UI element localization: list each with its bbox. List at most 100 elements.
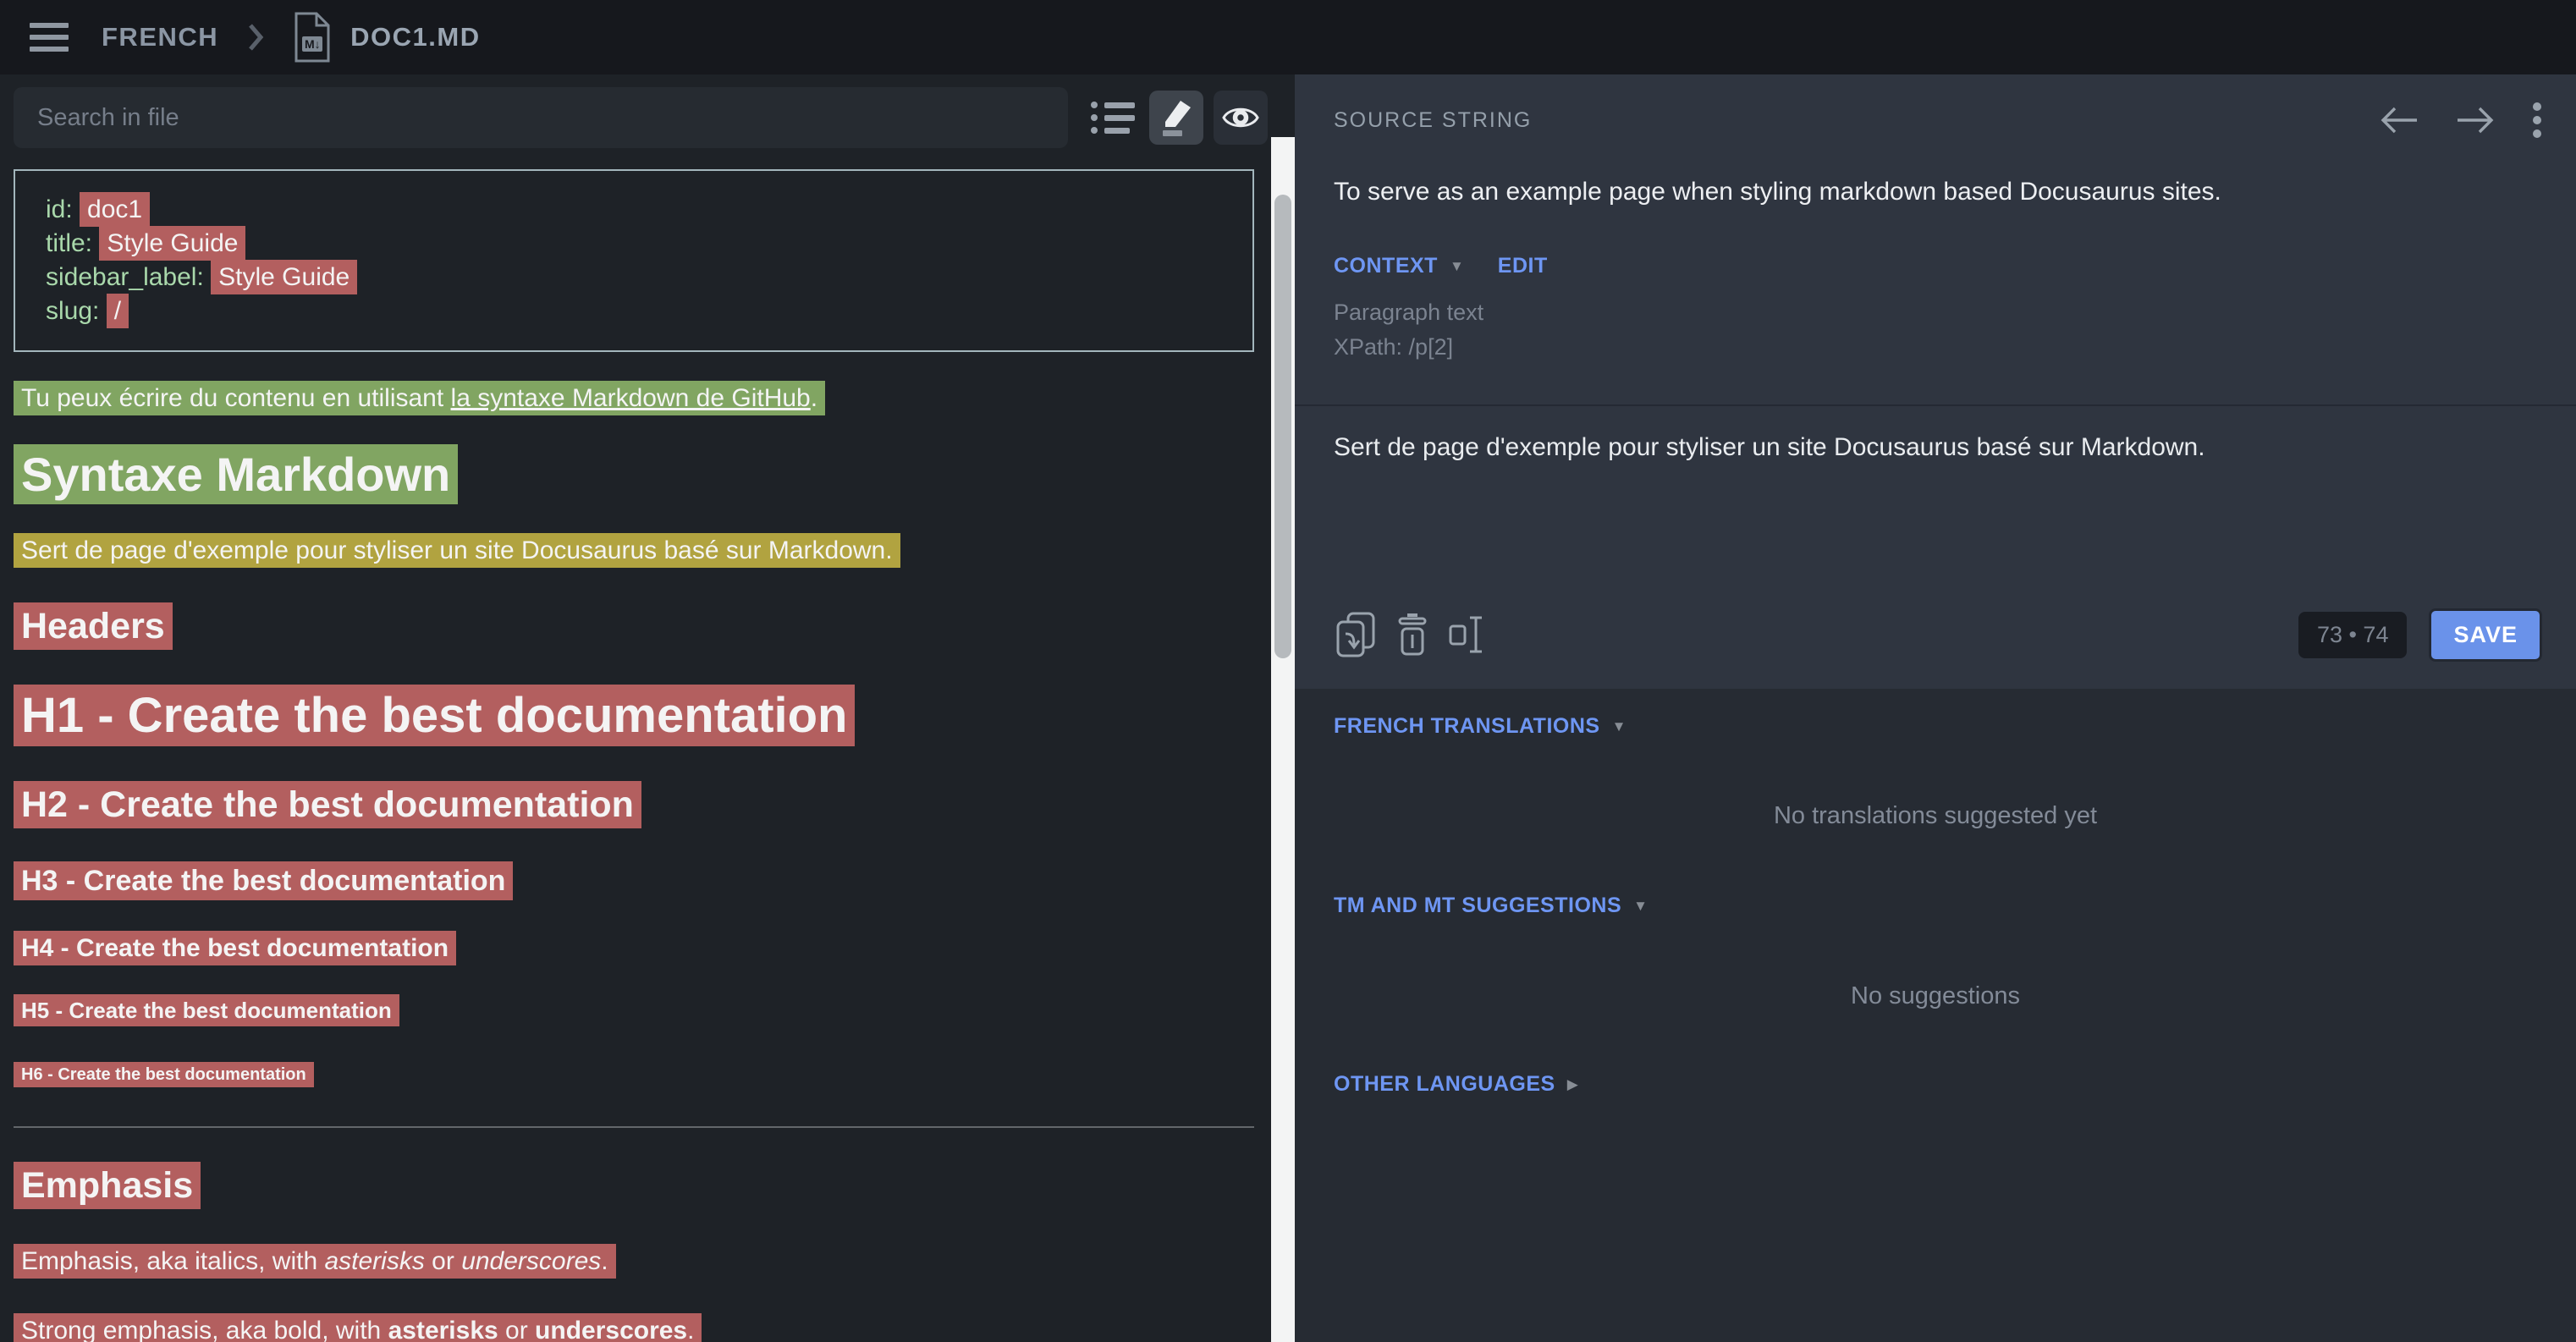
search-input[interactable] [14, 87, 1068, 148]
clear-translation-button[interactable] [1384, 607, 1440, 663]
more-options-button[interactable] [2532, 102, 2542, 139]
save-button[interactable]: SAVE [2429, 608, 2542, 662]
strong-text: . [687, 1317, 694, 1342]
scrollbar-thumb[interactable] [1274, 195, 1291, 658]
string-h2[interactable]: H2 - Create the best documentation [14, 781, 641, 828]
section-other-languages[interactable]: OTHER LANGUAGES ▶ [1334, 1072, 1578, 1097]
select-text-button[interactable] [1440, 607, 1496, 663]
french-translations-label: FRENCH TRANSLATIONS [1334, 714, 1600, 739]
topbar: FRENCH M↓ DOC1.MD [0, 0, 2576, 74]
crowdin-editor: FRENCH M↓ DOC1.MD [0, 0, 2576, 1342]
string-markdown-heading[interactable]: Syntaxe Markdown [14, 444, 458, 504]
tm-mt-suggestions-label: TM AND MT SUGGESTIONS [1334, 894, 1621, 918]
horizontal-rule [14, 1126, 1254, 1128]
strong-text: or [498, 1317, 535, 1342]
emphasis-text: or [425, 1247, 461, 1275]
source-string-section: SOURCE STRING To serve as an example pag… [1295, 74, 2576, 689]
emphasis-text: . [601, 1247, 608, 1275]
source-string-text: To serve as an example page when styling… [1334, 178, 2537, 206]
string-emphasis-heading[interactable]: Emphasis [14, 1162, 201, 1209]
paragraph-selected: Sert de page d'exemple pour styliser un … [14, 533, 1254, 569]
heading-h2-sample: H2 - Create the best documentation [14, 781, 1254, 829]
translation-panel: SOURCE STRING To serve as an example pag… [1295, 74, 2576, 1342]
document-panel: id: doc1 title: Style Guide sidebar_labe… [0, 74, 1295, 1342]
string-frontmatter-id[interactable]: doc1 [80, 192, 150, 227]
context-xpath: XPath: /p[2] [1334, 330, 1483, 365]
menu-icon[interactable] [25, 14, 73, 61]
breadcrumb-file[interactable]: DOC1.MD [350, 22, 480, 52]
string-strong[interactable]: Strong emphasis, aka bold, with asterisk… [14, 1313, 702, 1342]
string-frontmatter-slug[interactable]: / [107, 294, 129, 328]
copy-icon [1335, 611, 1379, 658]
suggestions-area: FRENCH TRANSLATIONS ▼ No translations su… [1295, 689, 2576, 1342]
section-french-translations[interactable]: FRENCH TRANSLATIONS ▼ [1334, 714, 1626, 739]
no-translations-message: No translations suggested yet [1295, 802, 2576, 830]
highlight-mode-button[interactable] [1149, 91, 1203, 145]
intro-period: . [811, 384, 817, 412]
intro-link[interactable]: la syntaxe Markdown de GitHub [451, 384, 811, 412]
string-selected[interactable]: Sert de page d'exemple pour styliser un … [14, 533, 900, 568]
heading-h1-sample: H1 - Create the best documentation [14, 685, 1254, 747]
caret-right-icon: ▶ [1567, 1076, 1578, 1093]
marker-icon [1159, 99, 1194, 136]
strong-bold: asterisks [388, 1317, 498, 1342]
frontmatter-key: title: [46, 229, 99, 257]
heading-h4-sample: H4 - Create the best documentation [14, 933, 1254, 964]
paragraph-emphasis: Emphasis, aka italics, with asterisks or… [14, 1244, 1254, 1279]
context-meta: Paragraph text XPath: /p[2] [1334, 295, 1483, 365]
translation-divider [1295, 404, 2576, 406]
string-h3[interactable]: H3 - Create the best documentation [14, 861, 513, 900]
string-intro[interactable]: Tu peux écrire du contenu en utilisant l… [14, 381, 825, 415]
frontmatter-key: slug: [46, 297, 107, 325]
document-scrollbar[interactable] [1271, 137, 1295, 1342]
frontmatter-line: id: doc1 [46, 193, 1222, 227]
translation-actions: 73 • 74 SAVE [1329, 599, 2542, 670]
string-h1[interactable]: H1 - Create the best documentation [14, 685, 855, 746]
context-type: Paragraph text [1334, 295, 1483, 330]
context-toggle[interactable]: CONTEXT [1334, 254, 1438, 278]
heading-h5-sample: H5 - Create the best documentation [14, 998, 1254, 1023]
string-frontmatter-title[interactable]: Style Guide [99, 226, 245, 261]
strong-text: Strong emphasis, aka bold, with [21, 1317, 388, 1342]
chevron-right-icon [247, 22, 264, 52]
string-headers-heading[interactable]: Headers [14, 602, 173, 650]
caret-down-icon: ▼ [1633, 898, 1648, 915]
caret-down-icon: ▼ [1612, 718, 1627, 735]
eye-icon [1221, 104, 1260, 131]
no-suggestions-message: No suggestions [1295, 982, 2576, 1010]
heading-headers: Headers [14, 602, 1254, 651]
markdown-file-icon: M↓ [293, 12, 332, 63]
heading-h3-sample: H3 - Create the best documentation [14, 863, 1254, 899]
string-emphasis[interactable]: Emphasis, aka italics, with asterisks or… [14, 1244, 616, 1279]
heading-h6-sample: H6 - Create the best documentation [14, 1064, 1254, 1086]
context-row: CONTEXT ▼ EDIT [1334, 254, 1548, 278]
translation-input[interactable]: Sert de page d'exemple pour styliser un … [1334, 433, 2537, 462]
source-string-header: SOURCE STRING [1334, 100, 2542, 140]
svg-text:M↓: M↓ [305, 37, 321, 51]
source-string-label: SOURCE STRING [1334, 108, 1532, 133]
trash-icon [1394, 611, 1431, 658]
emphasis-italic: asterisks [324, 1247, 424, 1275]
arrow-right-icon [2456, 105, 2495, 135]
next-string-button[interactable] [2456, 105, 2495, 135]
character-count-badge: 73 • 74 [2298, 612, 2408, 658]
kebab-menu-icon [2532, 102, 2542, 139]
previous-string-button[interactable] [2380, 105, 2419, 135]
frontmatter-block: id: doc1 title: Style Guide sidebar_labe… [14, 169, 1254, 352]
breadcrumb-project[interactable]: FRENCH [102, 22, 218, 52]
string-h6[interactable]: H6 - Create the best documentation [14, 1062, 314, 1087]
string-h5[interactable]: H5 - Create the best documentation [14, 994, 399, 1026]
frontmatter-line: sidebar_label: Style Guide [46, 261, 1222, 294]
string-frontmatter-sidebar-label[interactable]: Style Guide [211, 260, 357, 294]
paragraph-intro: Tu peux écrire du contenu en utilisant l… [14, 381, 1254, 416]
copy-source-button[interactable] [1329, 607, 1384, 663]
edit-context-button[interactable]: EDIT [1498, 254, 1548, 278]
emphasis-text: Emphasis, aka italics, with [21, 1247, 324, 1275]
preview-mode-button[interactable] [1214, 91, 1268, 145]
string-h4[interactable]: H4 - Create the best documentation [14, 931, 456, 965]
string-list-view-button[interactable] [1090, 93, 1139, 142]
document-preview: id: doc1 title: Style Guide sidebar_labe… [14, 169, 1254, 1342]
arrow-left-icon [2380, 105, 2419, 135]
text-cursor-icon [1447, 611, 1489, 658]
section-tm-mt-suggestions[interactable]: TM AND MT SUGGESTIONS ▼ [1334, 894, 1648, 918]
